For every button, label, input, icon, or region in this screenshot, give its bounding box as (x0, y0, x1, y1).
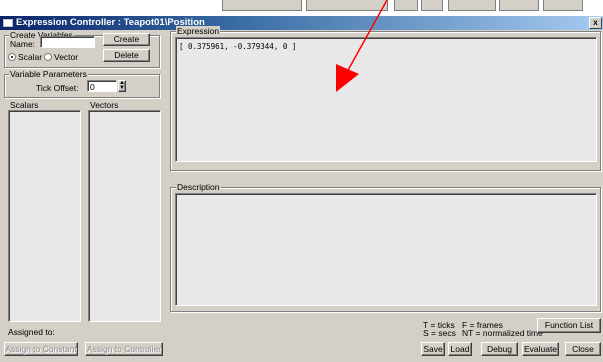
scalars-list[interactable] (8, 110, 81, 322)
function-list-button[interactable]: Function List (537, 318, 601, 333)
delete-button[interactable]: Delete (103, 49, 150, 62)
background-toolbar-button (421, 0, 443, 11)
variable-parameters-legend: Variable Parameters (9, 69, 88, 79)
load-button[interactable]: Load (448, 342, 472, 356)
assigned-to-label: Assigned to: (8, 327, 55, 337)
tick-offset-spinner[interactable]: 0 (87, 80, 117, 92)
scalars-label: Scalars (10, 100, 39, 110)
create-button[interactable]: Create (103, 33, 150, 46)
tick-offset-spin-arrows[interactable]: ▲ ▼ (118, 80, 126, 92)
vector-label: Vector (54, 52, 79, 62)
name-label: Name: (10, 39, 36, 49)
expression-textarea[interactable]: [ 0.375961, -0.379344, 0 ] (175, 37, 597, 162)
background-toolbar-button (499, 0, 539, 11)
tick-offset-label: Tick Offset: (36, 83, 79, 93)
normalized-time-legend-text: NT = normalized time (462, 328, 543, 338)
description-legend: Description (176, 182, 221, 192)
scalar-label: Scalar (18, 52, 43, 62)
tick-offset-value: 0 (90, 82, 95, 92)
debug-button[interactable]: Debug (481, 342, 518, 356)
vectors-label: Vectors (90, 100, 119, 110)
save-button[interactable]: Save (421, 342, 445, 356)
name-input[interactable] (40, 36, 95, 48)
close-button[interactable]: Close (565, 342, 601, 356)
close-window-button[interactable]: x (589, 17, 602, 29)
background-toolbar-button (394, 0, 418, 11)
evaluate-button[interactable]: Evaluate (522, 342, 559, 356)
window-icon (3, 19, 13, 27)
background-toolbar-button (222, 0, 302, 11)
secs-legend-text: S = secs (423, 328, 456, 338)
assign-to-constant-button[interactable]: Assign to Constant (4, 342, 78, 356)
description-textarea[interactable] (175, 193, 597, 306)
vectors-list[interactable] (88, 110, 161, 322)
assign-to-controller-button[interactable]: Assign to Controller (85, 342, 163, 356)
vector-radio[interactable] (44, 53, 52, 61)
expression-text: [ 0.375961, -0.379344, 0 ] (179, 42, 297, 51)
background-toolbar-button (448, 0, 496, 11)
background-toolbar-button (306, 0, 388, 11)
title-bar[interactable]: Expression Controller : Teapot01\Positio… (0, 16, 603, 30)
expression-legend: Expression (176, 26, 221, 36)
scalar-radio[interactable] (8, 53, 16, 61)
background-toolbar-button (543, 0, 583, 11)
window-title: Expression Controller : Teapot01\Positio… (16, 17, 205, 28)
